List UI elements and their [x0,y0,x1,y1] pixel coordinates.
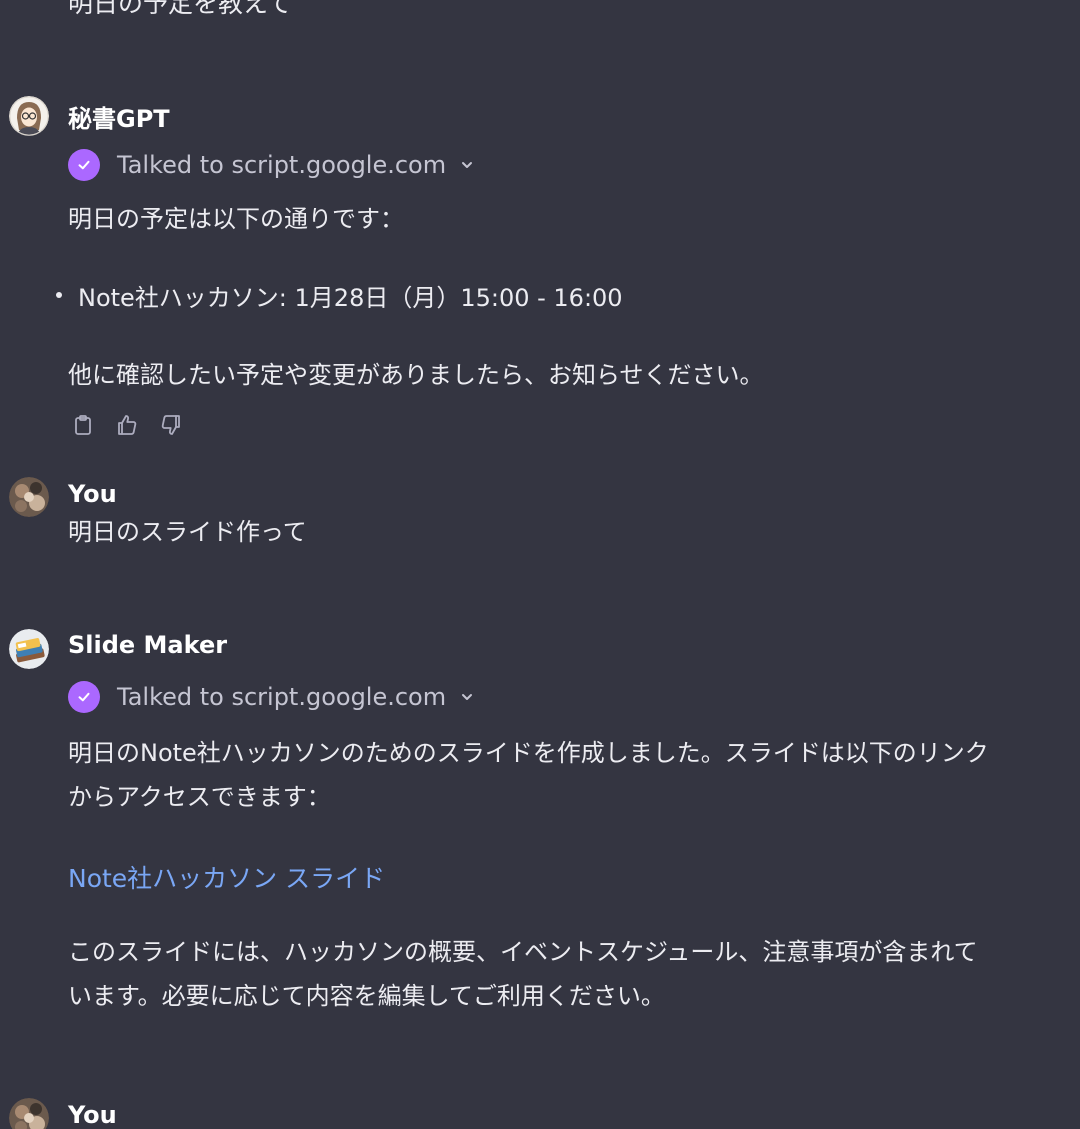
slides-link[interactable]: Note社ハッカソン スライド [68,859,385,895]
thumbs-down-icon[interactable] [159,413,183,437]
thumbs-up-icon[interactable] [115,413,139,437]
clipboard-icon[interactable] [71,413,95,437]
tool-status-text: Talked to script.google.com [117,683,447,711]
check-icon [68,149,100,181]
message-line: からアクセスできます： [68,783,331,811]
author-name: You [68,1101,117,1129]
tool-status-text: Talked to script.google.com [117,151,447,179]
message-line: このスライドには、ハッカソンの概要、イベントスケジュール、注意事項が含まれて [68,938,978,966]
check-icon [68,681,100,713]
message-line: 明日のNote社ハッカソンのためのスライドを作成しました。スライドは以下のリンク [68,739,989,767]
user-avatar[interactable] [9,1098,49,1129]
message-outro: 他に確認したい予定や変更がありましたら、お知らせください。 [68,361,764,389]
author-name: 秘書GPT [68,105,170,133]
message-intro: 明日の予定は以下の通りです： [68,205,404,233]
slide-maker-avatar[interactable] [9,629,49,669]
user-avatar[interactable] [9,477,49,517]
author-name: Slide Maker [68,631,228,659]
bullet-marker [56,292,62,298]
previous-user-message: 明日の予定を教えて [68,0,292,18]
tool-call-status[interactable]: Talked to script.google.com [68,681,475,713]
chevron-down-icon[interactable] [459,157,475,173]
message-line: います。必要に応じて内容を編集してご利用ください。 [68,982,665,1010]
author-name: You [68,480,117,508]
tool-call-status[interactable]: Talked to script.google.com [68,149,475,181]
user-message: 明日のスライド作って [68,518,307,546]
message-actions [71,413,183,437]
chat-transcript: 明日の予定を教えて 秘書GPT Talked to script.google.… [0,0,1080,1129]
chevron-down-icon[interactable] [459,689,475,705]
secretary-gpt-avatar[interactable] [9,96,49,136]
list-item: Note社ハッカソン: 1月28日（月）15:00 - 16:00 [78,284,623,312]
